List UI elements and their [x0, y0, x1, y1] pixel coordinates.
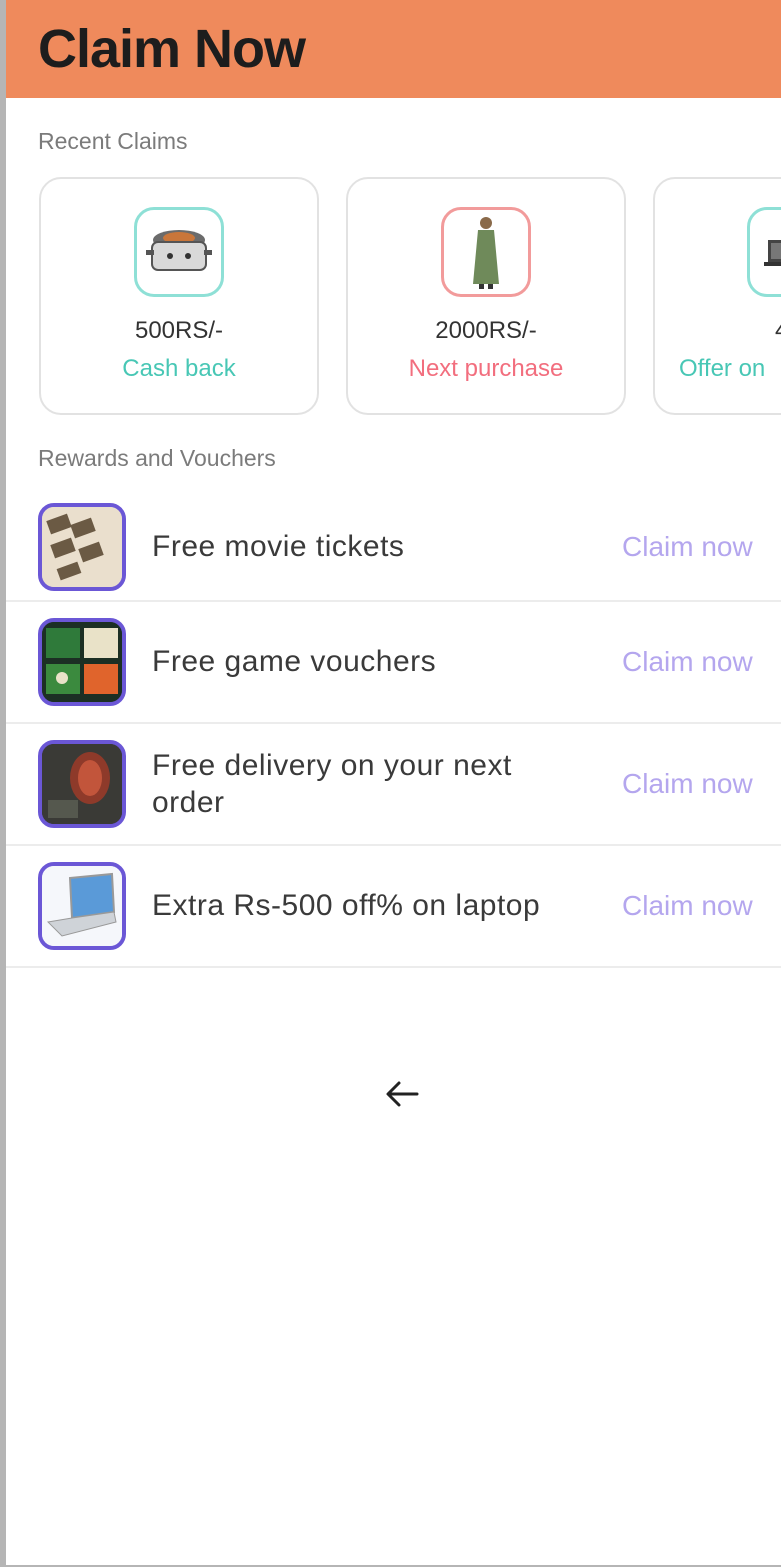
claim-now-button[interactable]: Claim now [622, 890, 753, 922]
reward-title: Extra Rs-500 off% on laptop [152, 889, 541, 923]
list-item[interactable]: Free game vouchers Claim now [6, 602, 781, 724]
reward-title: Free movie tickets [152, 530, 405, 564]
claim-amount: 500RS/- [134, 317, 224, 344]
game-voucher-icon [38, 618, 126, 706]
claim-now-button[interactable]: Claim now [622, 646, 753, 678]
list-item[interactable]: Extra Rs-500 off% on laptop Claim now [6, 846, 781, 968]
claim-now-button[interactable]: Claim now [622, 531, 753, 563]
laptop-icon [38, 862, 126, 950]
claim-amount: 2000RS/- [435, 317, 537, 344]
rewards-vouchers-label: Rewards and Vouchers [38, 445, 276, 471]
claim-type: Next purchase [408, 355, 564, 382]
claim-card-next-purchase[interactable]: 2000RS/- Next purchase [346, 177, 626, 415]
reward-title: Free game vouchers [152, 645, 437, 679]
back-button[interactable] [382, 1074, 422, 1114]
list-item[interactable]: Free delivery on your next order Claim n… [6, 724, 781, 846]
reward-title: Free delivery on your next order [152, 748, 512, 820]
rewards-list: Free movie tickets Claim now Free game v… [6, 494, 781, 968]
page-title: Claim Now [38, 19, 306, 79]
list-item[interactable]: Free movie tickets Claim now [6, 494, 781, 602]
recent-claims-label: Recent Claims [38, 128, 188, 154]
app-screen: Claim Now Recent Claims 500RS/- Cash bac… [0, 0, 781, 1567]
delivery-icon [38, 740, 126, 828]
cooker-icon [134, 207, 224, 297]
recent-claims-carousel[interactable]: 500RS/- Cash back 2000RS/- Next purchase [6, 177, 781, 415]
arrow-left-icon [386, 1081, 419, 1107]
movie-ticket-icon [38, 503, 126, 591]
claim-amount: 4 [775, 317, 781, 345]
device-icon [747, 207, 781, 297]
claim-type: Offer on [679, 355, 766, 382]
claim-card-cashback[interactable]: 500RS/- Cash back [39, 177, 319, 415]
dress-icon [441, 207, 531, 297]
claim-now-button[interactable]: Claim now [622, 768, 753, 800]
header-bar: Claim Now [6, 0, 781, 98]
claim-card-offer[interactable]: 4 Offer on [653, 177, 781, 415]
claim-type: Cash back [122, 355, 236, 382]
